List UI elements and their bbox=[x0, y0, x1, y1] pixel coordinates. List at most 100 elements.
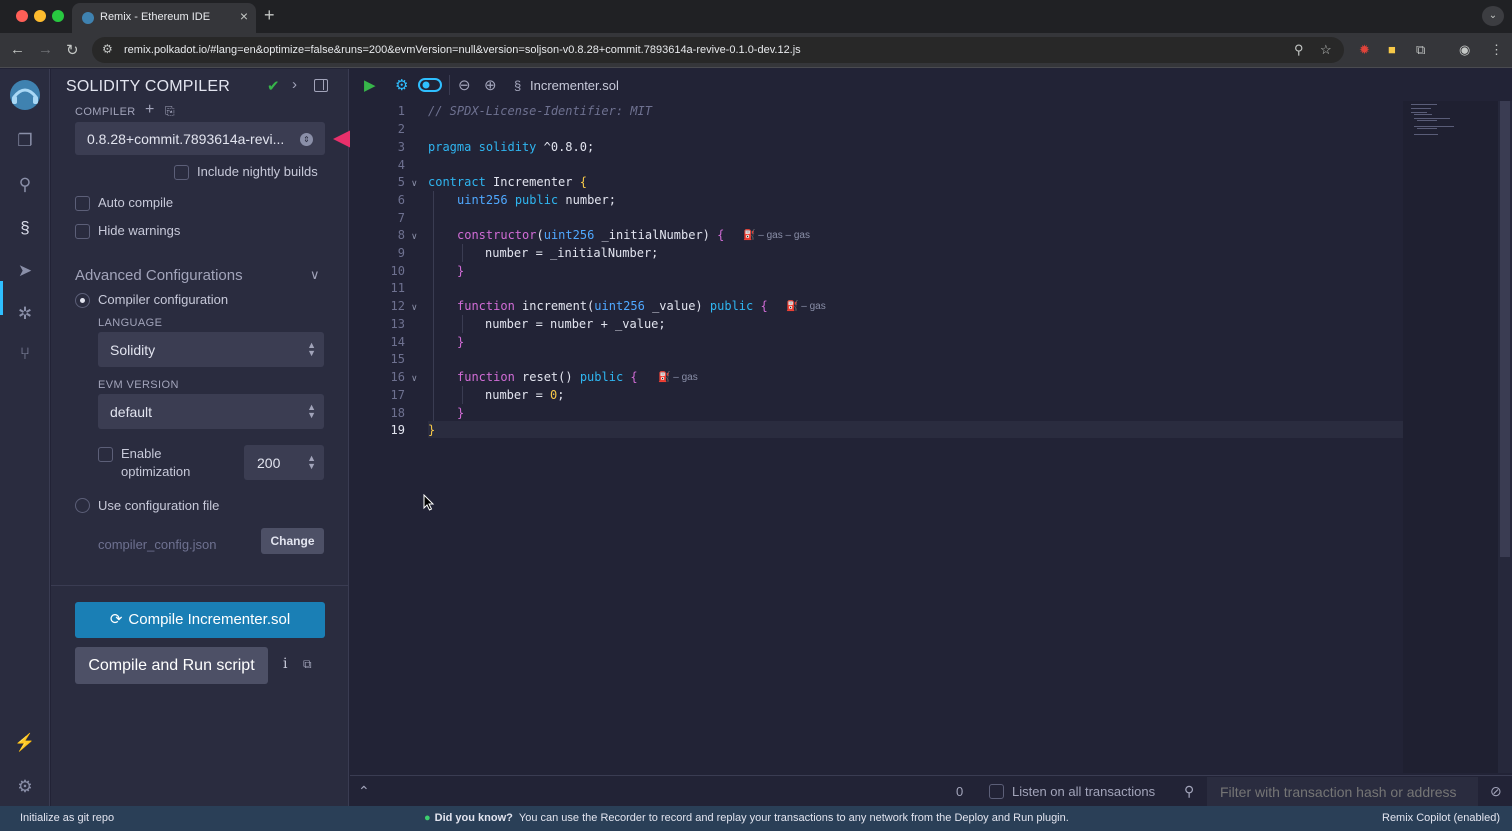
terminal-bar: ⌃ 0 Listen on all transactions ⚲ ⊘ bbox=[350, 775, 1512, 806]
copilot-status[interactable]: Remix Copilot (enabled) bbox=[1382, 812, 1500, 824]
plugin-manager-icon[interactable]: ⚡ bbox=[13, 731, 37, 755]
fold-chevron-icon[interactable]: ∨ bbox=[411, 231, 418, 242]
zoom-icon[interactable]: ⚲ bbox=[1294, 42, 1304, 58]
remix-logo-icon[interactable] bbox=[6, 77, 44, 113]
compiler-configuration-radio[interactable] bbox=[75, 293, 90, 308]
auto-compile-checkbox[interactable] bbox=[75, 196, 90, 211]
auto-compile-label: Auto compile bbox=[98, 195, 174, 210]
stepper-arrows-icon[interactable]: ▲ ▼ bbox=[307, 454, 316, 471]
url-text[interactable]: remix.polkadot.io/#lang=en&optimize=fals… bbox=[124, 44, 801, 56]
optimization-runs-input[interactable]: 200 ▲ ▼ bbox=[244, 445, 324, 480]
gas-estimate-increment: ⛽ – gas bbox=[786, 301, 826, 312]
compile-and-run-button[interactable]: Compile and Run script bbox=[75, 647, 268, 684]
code-line-9: number = _initialNumber; bbox=[485, 246, 659, 260]
close-tab-icon[interactable]: × bbox=[240, 8, 248, 24]
fold-chevron-icon[interactable]: ∨ bbox=[411, 178, 418, 189]
zoom-in-icon[interactable]: ⊕ bbox=[484, 76, 497, 94]
compiler-version-select[interactable]: 0.8.28+commit.7893614a-revi... ⇕ bbox=[75, 122, 325, 155]
language-select[interactable]: Solidity ▲ ▼ bbox=[98, 332, 324, 367]
transaction-filter-input[interactable] bbox=[1207, 777, 1478, 806]
code-line-13: number = number + _value; bbox=[485, 317, 666, 331]
editor-scroll-thumb[interactable] bbox=[1500, 101, 1510, 557]
use-config-file-radio[interactable] bbox=[75, 498, 90, 513]
line-number: 2 bbox=[397, 122, 405, 136]
maximize-window-button[interactable] bbox=[52, 10, 64, 22]
listen-all-checkbox[interactable] bbox=[989, 784, 1004, 799]
dock-panel-icon[interactable] bbox=[314, 79, 328, 92]
gas-estimate-reset: ⛽ – gas bbox=[658, 372, 698, 383]
clear-terminal-icon[interactable]: ⊘ bbox=[1490, 783, 1502, 800]
current-line-highlight bbox=[428, 421, 1403, 438]
line-number: 12 bbox=[390, 299, 405, 313]
compile-button[interactable]: ⟳ Compile Incrementer.sol bbox=[75, 602, 325, 638]
code-line-18: } bbox=[457, 406, 465, 420]
new-tab-icon[interactable]: + bbox=[264, 5, 275, 26]
expand-terminal-icon[interactable]: ⌃ bbox=[358, 783, 370, 800]
gas-pump-icon: ⛽ bbox=[786, 301, 799, 312]
enable-optimization-checkbox[interactable] bbox=[98, 447, 113, 462]
copy-icon[interactable]: ⧉ bbox=[303, 657, 312, 672]
gas-pump-icon: ⛽ bbox=[743, 230, 756, 241]
add-compiler-icon[interactable]: + bbox=[145, 101, 154, 119]
close-window-button[interactable] bbox=[16, 10, 28, 22]
search-icon[interactable]: ⚲ bbox=[1184, 783, 1194, 800]
minimap-line bbox=[1414, 118, 1450, 119]
chevron-down-icon[interactable]: ∨ bbox=[310, 267, 320, 283]
init-git-repo-link[interactable]: Initialize as git repo bbox=[20, 812, 114, 824]
code-line-5: contract Incrementer { bbox=[428, 175, 587, 189]
chevron-right-icon[interactable]: › bbox=[292, 76, 297, 93]
copilot-toggle-icon[interactable] bbox=[418, 78, 442, 92]
active-plugin-indicator bbox=[0, 281, 3, 315]
fold-chevron-icon[interactable]: ∨ bbox=[411, 302, 418, 313]
minimize-window-button[interactable] bbox=[34, 10, 46, 22]
editor-minimap[interactable] bbox=[1403, 101, 1498, 773]
gas-estimate-constructor: ⛽ – gas – gas bbox=[743, 230, 810, 241]
zoom-out-icon[interactable]: ⊖ bbox=[458, 76, 471, 94]
tip-message: ● Did you know? You can use the Recorder t… bbox=[424, 812, 1069, 824]
file-link-icon: § bbox=[514, 78, 522, 93]
copilot-robot-icon[interactable]: ⚙ bbox=[395, 76, 408, 94]
run-script-icon[interactable]: ▶ bbox=[364, 76, 376, 94]
include-nightly-checkbox[interactable] bbox=[174, 165, 189, 180]
code-line-10: } bbox=[457, 264, 465, 278]
tab-title: Remix - Ethereum IDE bbox=[100, 11, 211, 23]
extension-metamask-icon[interactable]: ■ bbox=[1388, 42, 1396, 57]
hide-warnings-checkbox[interactable] bbox=[75, 224, 90, 239]
tab-search-icon[interactable]: ⌄ bbox=[1482, 6, 1504, 26]
browser-tab[interactable]: Remix - Ethereum IDE × bbox=[72, 3, 256, 33]
enable-optimization-label-1: Enable bbox=[121, 446, 162, 461]
forward-icon[interactable]: → bbox=[38, 41, 53, 58]
status-bar: Initialize as git repo ● Did you know? You… bbox=[0, 806, 1512, 831]
evm-version-value: default bbox=[110, 404, 153, 420]
evm-version-select[interactable]: default ▲ ▼ bbox=[98, 394, 324, 429]
back-icon[interactable]: ← bbox=[10, 41, 25, 58]
advanced-configurations-toggle[interactable]: Advanced Configurations bbox=[75, 267, 243, 284]
omnibox[interactable]: ⚙ remix.polkadot.io/#lang=en&optimize=fa… bbox=[92, 37, 1344, 63]
solidity-compiler-icon[interactable]: § bbox=[13, 216, 37, 240]
reload-icon[interactable]: ↻ bbox=[66, 41, 79, 59]
browser-menu-icon[interactable]: ⋮ bbox=[1490, 42, 1503, 58]
search-icon[interactable]: ⚲ bbox=[13, 173, 37, 197]
editor-file-tab[interactable]: Incrementer.sol bbox=[530, 78, 619, 93]
change-config-button[interactable]: Change bbox=[261, 528, 324, 554]
debugger-icon[interactable]: ✲ bbox=[13, 302, 37, 326]
profile-icon[interactable]: ◉ bbox=[1459, 42, 1470, 58]
line-number: 15 bbox=[390, 352, 405, 366]
deploy-run-icon[interactable]: ➤ bbox=[13, 259, 37, 283]
extension-bug-icon[interactable]: ✹ bbox=[1359, 42, 1370, 58]
info-icon[interactable]: i bbox=[283, 656, 287, 672]
indent-guide bbox=[433, 191, 434, 421]
extensions-puzzle-icon[interactable]: ⧉ bbox=[1416, 42, 1425, 58]
toolbar-divider bbox=[449, 75, 450, 95]
code-line-17: number = 0; bbox=[485, 388, 565, 402]
load-compiler-icon[interactable]: ⎘ bbox=[165, 104, 175, 119]
bookmark-star-icon[interactable]: ☆ bbox=[1320, 42, 1332, 58]
settings-gear-icon[interactable]: ⚙ bbox=[13, 775, 37, 799]
line-number: 1 bbox=[397, 104, 405, 118]
git-icon[interactable]: ⑂ bbox=[13, 342, 37, 366]
code-line-6: uint256 public number; bbox=[457, 193, 616, 207]
icon-rail: ❐ ⚲ § ➤ ✲ ⑂ ⚡ ⚙ bbox=[0, 69, 50, 806]
file-explorer-icon[interactable]: ❐ bbox=[13, 129, 37, 153]
site-settings-icon[interactable]: ⚙ bbox=[102, 42, 113, 56]
fold-chevron-icon[interactable]: ∨ bbox=[411, 373, 418, 384]
